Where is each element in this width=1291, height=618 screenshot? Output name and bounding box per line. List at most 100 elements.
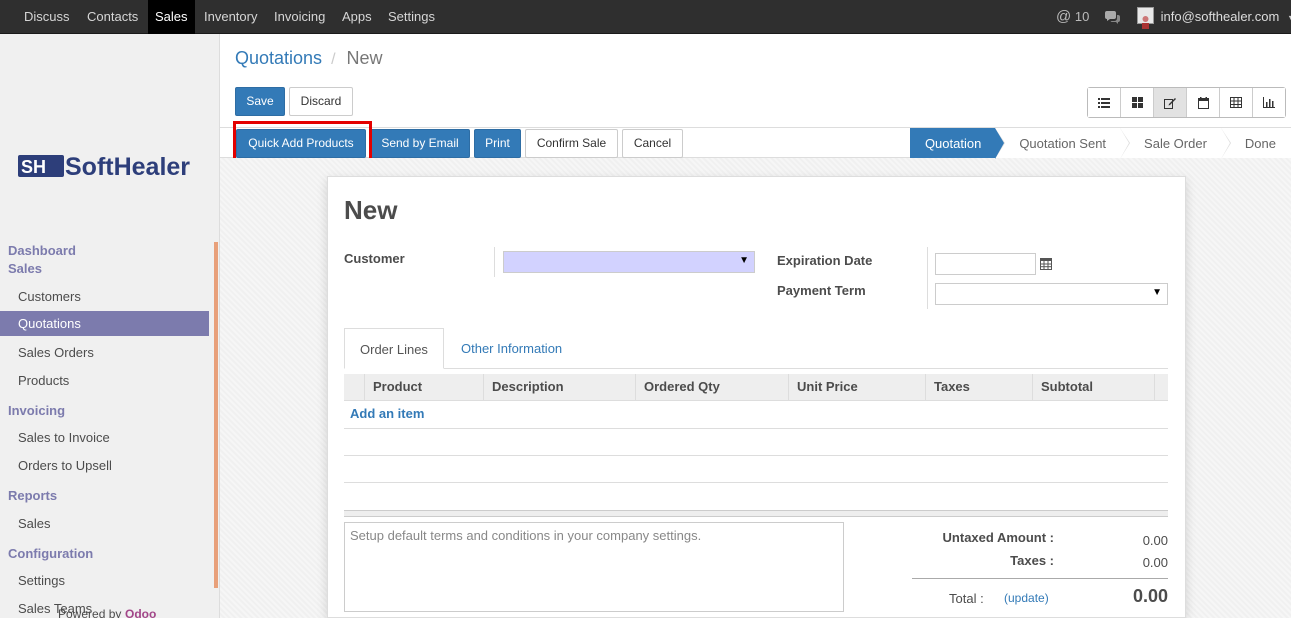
send-by-email-button[interactable]: Send by Email — [370, 129, 470, 158]
sidebar-item-sales-to-invoice[interactable]: Sales to Invoice — [0, 425, 209, 450]
sidebar-item-orders-to-upsell[interactable]: Orders to Upsell — [0, 453, 209, 478]
row-divider — [344, 428, 1168, 429]
customer-label: Customer — [344, 251, 405, 266]
sidebar-section-sales: Sales — [8, 261, 42, 276]
list-view-icon[interactable] — [1088, 88, 1121, 117]
sidebar-scrollbar[interactable] — [214, 242, 218, 588]
untaxed-amount-value: 0.00 — [1142, 533, 1168, 548]
breadcrumb-quotations[interactable]: Quotations — [235, 48, 322, 68]
at-icon: @ — [1056, 8, 1072, 25]
payment-term-select[interactable]: ▼ — [935, 283, 1168, 305]
menu-apps[interactable]: Apps — [335, 0, 379, 34]
page-title: New — [344, 195, 398, 225]
taxes-value: 0.00 — [1142, 555, 1168, 570]
terms-conditions-textarea[interactable]: Setup default terms and conditions in yo… — [344, 522, 844, 612]
divider — [494, 247, 495, 277]
tab-order-lines[interactable]: Order Lines — [344, 328, 444, 369]
svg-text:SH: SH — [21, 157, 46, 177]
company-logo: SH SoftHealer — [18, 151, 208, 185]
user-menu[interactable]: info@softhealer.com ▼ — [1137, 0, 1291, 34]
graph-view-icon[interactable] — [1253, 88, 1285, 117]
form-view-icon[interactable] — [1154, 88, 1187, 117]
menu-contacts[interactable]: Contacts — [80, 0, 145, 34]
save-button[interactable]: Save — [235, 87, 285, 116]
sidebar-item-settings[interactable]: Settings — [0, 568, 209, 593]
print-button[interactable]: Print — [474, 129, 521, 158]
confirm-sale-button[interactable]: Confirm Sale — [525, 129, 618, 158]
breadcrumb: Quotations / New — [235, 48, 383, 69]
column-subtotal[interactable]: Subtotal — [1032, 374, 1155, 400]
form-sheet: New Customer ▼ Expiration Date Payment T… — [327, 176, 1186, 618]
update-link[interactable]: (update) — [1004, 591, 1049, 605]
caret-down-icon: ▼ — [1287, 13, 1291, 23]
sidebar-section-configuration: Configuration — [8, 546, 94, 561]
divider — [927, 247, 928, 309]
order-lines-footer — [344, 510, 1168, 517]
logo-text: SoftHealer — [65, 153, 190, 181]
sidebar: SH SoftHealer Dashboard Sales Customers … — [0, 34, 220, 618]
menu-settings[interactable]: Settings — [381, 0, 442, 34]
mentions-notification[interactable]: @ 10 — [1056, 0, 1089, 34]
column-unit-price[interactable]: Unit Price — [788, 374, 926, 400]
calendar-icon[interactable] — [1040, 257, 1052, 273]
total-label: Total : — [949, 591, 984, 606]
stage-done-label: Done — [1244, 136, 1276, 151]
sidebar-item-customers[interactable]: Customers — [0, 284, 209, 309]
caret-down-icon: ▼ — [1152, 287, 1162, 298]
stage-arrow — [1220, 128, 1230, 159]
menu-inventory[interactable]: Inventory — [197, 0, 264, 34]
sidebar-item-sales-orders[interactable]: Sales Orders — [0, 340, 209, 365]
caret-down-icon: ▼ — [739, 255, 749, 266]
sidebar-item-sales-report[interactable]: Sales — [0, 511, 209, 536]
sidebar-section-dashboard[interactable]: Dashboard — [8, 243, 76, 258]
powered-by: Powered by Odoo — [58, 606, 208, 618]
stage-sale-order[interactable]: Sale Order — [1120, 128, 1231, 159]
tab-other-information[interactable]: Other Information — [446, 328, 577, 369]
pivot-view-icon[interactable] — [1220, 88, 1253, 117]
calendar-view-icon[interactable] — [1187, 88, 1220, 117]
column-description[interactable]: Description — [483, 374, 636, 400]
discard-button[interactable]: Discard — [289, 87, 353, 116]
menu-invoicing[interactable]: Invoicing — [267, 0, 332, 34]
order-lines-header: Product Description Ordered Qty Unit Pri… — [344, 374, 1168, 401]
cancel-button[interactable]: Cancel — [622, 129, 683, 158]
stage-quotation[interactable]: Quotation — [909, 128, 1006, 159]
kanban-view-icon[interactable] — [1121, 88, 1154, 117]
column-product[interactable]: Product — [364, 374, 484, 400]
total-value: 0.00 — [1132, 586, 1168, 606]
breadcrumb-separator: / — [331, 51, 336, 68]
status-bar: Quick Add Products Send by Email Print C… — [220, 127, 1291, 159]
expiration-date-label: Expiration Date — [777, 253, 873, 268]
taxes-label: Taxes : — [1010, 553, 1054, 568]
customer-select[interactable]: ▼ — [503, 251, 755, 273]
sidebar-section-invoicing: Invoicing — [8, 403, 66, 418]
sidebar-item-products[interactable]: Products — [0, 368, 209, 393]
untaxed-amount-label: Untaxed Amount : — [942, 530, 1054, 545]
stage-sale-order-label: Sale Order — [1144, 136, 1207, 151]
powered-by-label: Powered by — [58, 607, 122, 618]
control-panel: Quotations / New Save Discard — [220, 34, 1291, 127]
form-tabs: Order Lines Other Information — [344, 328, 1168, 369]
row-divider — [344, 482, 1168, 483]
stage-pipeline: Quotation Quotation Sent Sale Order Done — [909, 128, 1291, 159]
column-ordered-qty[interactable]: Ordered Qty — [635, 374, 789, 400]
stage-done[interactable]: Done — [1220, 128, 1291, 159]
expiration-date-input[interactable] — [935, 253, 1036, 275]
user-email: info@softhealer.com — [1160, 9, 1280, 24]
column-actions — [1154, 374, 1168, 400]
notification-count: 10 — [1074, 9, 1090, 24]
payment-term-label: Payment Term — [777, 283, 866, 298]
column-taxes[interactable]: Taxes — [925, 374, 1033, 400]
menu-discuss[interactable]: Discuss — [17, 0, 77, 34]
odoo-link[interactable]: Odoo — [125, 607, 156, 618]
stage-arrow — [1120, 128, 1130, 159]
avatar — [1137, 7, 1154, 30]
menu-sales[interactable]: Sales — [148, 0, 195, 34]
sidebar-item-quotations[interactable]: Quotations — [0, 311, 209, 336]
stage-quotation-sent[interactable]: Quotation Sent — [995, 128, 1131, 159]
view-switcher — [1087, 87, 1286, 118]
row-divider — [344, 455, 1168, 456]
stage-arrow — [995, 128, 1005, 159]
add-an-item-link[interactable]: Add an item — [350, 406, 424, 421]
chat-icon[interactable] — [1104, 0, 1121, 34]
